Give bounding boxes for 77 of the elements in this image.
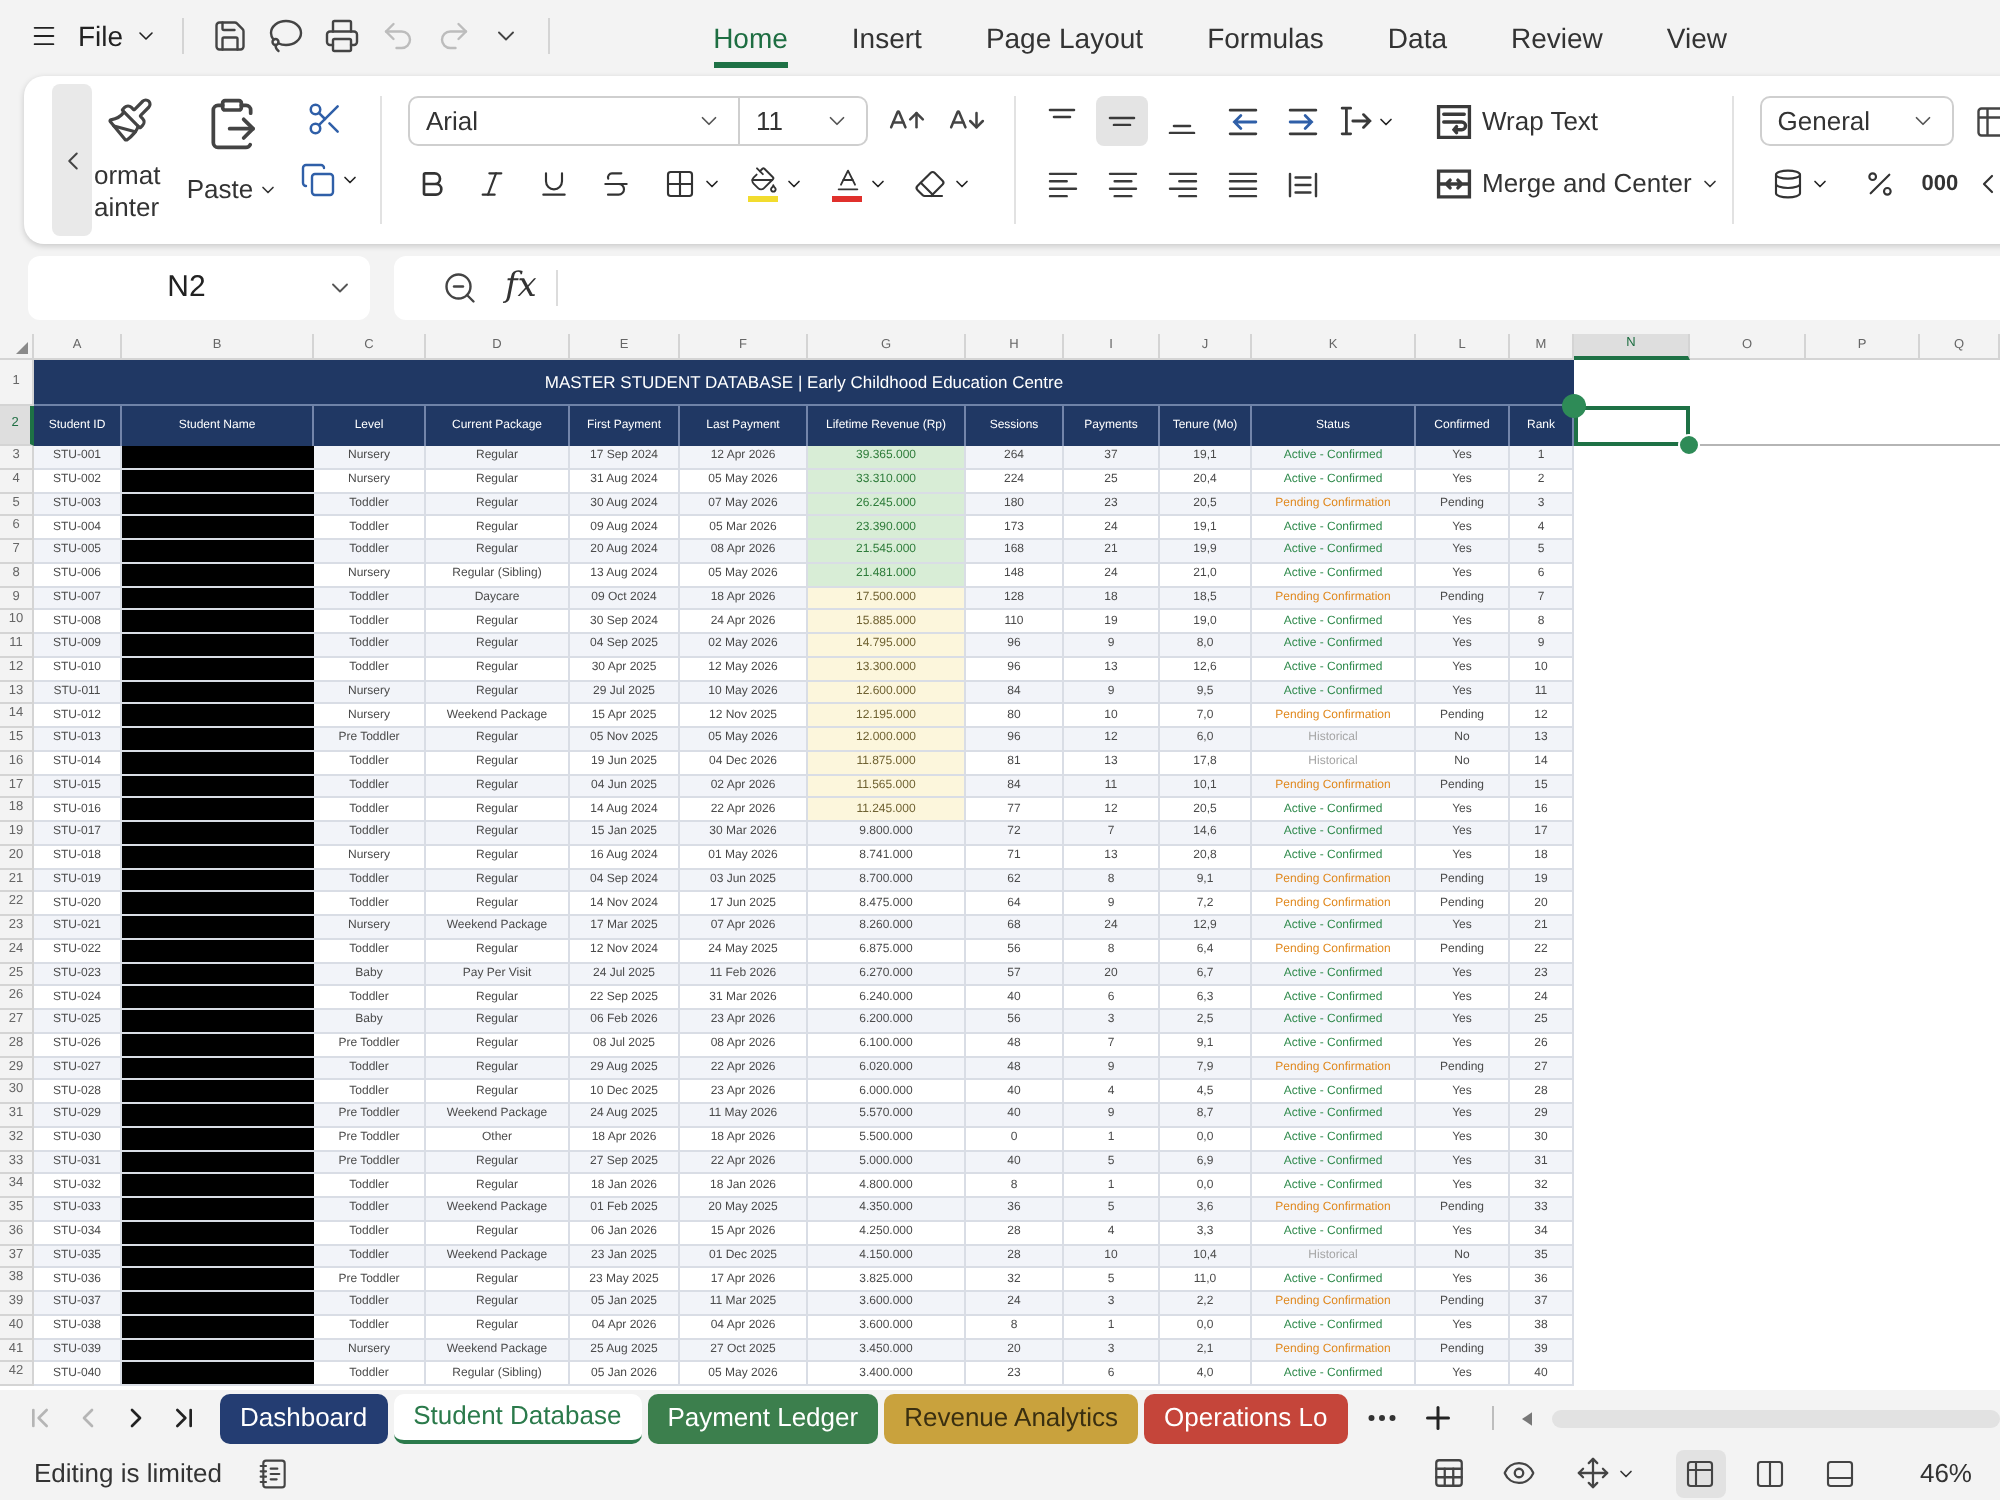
name-box[interactable]: N2 — [28, 256, 369, 320]
save-icon[interactable] — [211, 18, 248, 54]
page-break-view-icon — [1754, 1457, 1787, 1489]
page-layout-view-icon — [1824, 1457, 1857, 1489]
lasso-icon[interactable] — [267, 18, 304, 54]
ribbon-tab[interactable]: Home — [713, 12, 788, 68]
align-middle-icon — [1108, 115, 1136, 127]
format-painter-button[interactable]: ormat ainter — [92, 84, 172, 236]
wrap-text-icon — [1436, 103, 1472, 139]
selection-handle-icon[interactable] — [1678, 434, 1700, 456]
ribbon-tab[interactable]: Review — [1511, 12, 1603, 68]
view-button[interactable] — [1675, 1449, 1726, 1497]
zoom-out-icon[interactable] — [441, 270, 477, 306]
scroll-left-icon[interactable] — [1521, 1411, 1532, 1425]
eye-icon[interactable] — [1501, 1456, 1536, 1490]
paintbrush-icon — [106, 96, 154, 144]
align-left-icon — [1047, 171, 1077, 197]
ribbon-tab[interactable]: Page Layout — [985, 12, 1144, 68]
distributed-align-icon — [1287, 171, 1317, 197]
merge-and-center-button[interactable]: Merge and Center — [1436, 164, 1720, 204]
table-icon[interactable] — [1973, 103, 2000, 139]
font-size-select[interactable]: 11 — [740, 96, 868, 146]
ribbon-tab[interactable]: Formulas — [1207, 12, 1324, 68]
file-menu-button[interactable]: File — [30, 10, 158, 62]
underline-icon[interactable] — [538, 168, 570, 200]
font-name-select[interactable]: Arial — [408, 96, 740, 146]
display-options-button[interactable] — [1575, 1456, 1636, 1490]
comma-style-button[interactable]: 000 — [1921, 173, 1959, 195]
copy-button[interactable] — [300, 162, 360, 198]
clear-button[interactable] — [914, 168, 972, 200]
sheet-tab[interactable]: Revenue Analytics — [884, 1393, 1139, 1443]
merge-cells-icon — [1436, 168, 1472, 200]
eraser-icon — [914, 168, 946, 200]
letter-a-icon — [833, 166, 861, 194]
function-label[interactable]: fx — [505, 262, 537, 314]
increase-indent-icon — [1287, 107, 1317, 135]
sheet-tab[interactable]: Payment Ledger — [647, 1393, 879, 1443]
vertical-align-button[interactable] — [1096, 96, 1148, 146]
percent-icon[interactable] — [1863, 168, 1896, 200]
font-color-button[interactable] — [832, 166, 888, 202]
grid-icon[interactable] — [1431, 1456, 1466, 1490]
sheet-tab[interactable]: Student Database — [393, 1393, 642, 1443]
zoom-level[interactable]: 46% — [1919, 1453, 1972, 1493]
borders-button[interactable] — [664, 168, 722, 200]
align-right-icon — [1167, 171, 1197, 197]
database-icon — [1771, 168, 1804, 200]
notes-icon[interactable] — [257, 1457, 290, 1489]
fill-color-button[interactable] — [748, 166, 804, 202]
sheet-tab[interactable]: Dashboard — [220, 1393, 388, 1443]
align-top-icon — [1048, 108, 1076, 119]
print-icon[interactable] — [323, 18, 360, 54]
paint-bucket-icon — [749, 166, 777, 194]
italic-icon[interactable] — [476, 168, 508, 200]
selection-handle-icon[interactable] — [1562, 394, 1586, 418]
text-direction-icon — [1340, 106, 1372, 136]
sheet-title: MASTER STUDENT DATABASE | Early Childhood Education Centre — [34, 360, 1574, 406]
sheet-tab[interactable]: Operations Lo — [1144, 1393, 1348, 1443]
menu-icon — [30, 22, 58, 50]
currency-format-button[interactable] — [1771, 168, 1830, 200]
borders-icon — [664, 168, 696, 200]
wrap-text-button[interactable]: Wrap Text — [1436, 101, 1599, 141]
align-center-icon — [1107, 171, 1137, 197]
ribbon-tab[interactable]: Insert — [851, 12, 922, 68]
ribbon-tab[interactable]: Data — [1387, 12, 1447, 68]
strikethrough-icon[interactable] — [600, 168, 632, 200]
move-icon — [1575, 1456, 1610, 1490]
scissors-icon[interactable] — [306, 100, 344, 138]
copy-icon — [300, 162, 336, 198]
normal-view-icon — [1684, 1457, 1717, 1489]
decrease-indent-icon — [1227, 107, 1257, 135]
ribbon-tab[interactable]: View — [1666, 12, 1727, 68]
number-format-select[interactable]: General — [1759, 96, 1954, 146]
select-all-triangle-icon[interactable] — [16, 342, 28, 354]
align-justify-icon — [1227, 171, 1257, 197]
paste-button[interactable]: Paste — [188, 84, 276, 236]
status-text: Editing is limited — [34, 1455, 222, 1492]
align-bottom-icon — [1168, 123, 1196, 134]
